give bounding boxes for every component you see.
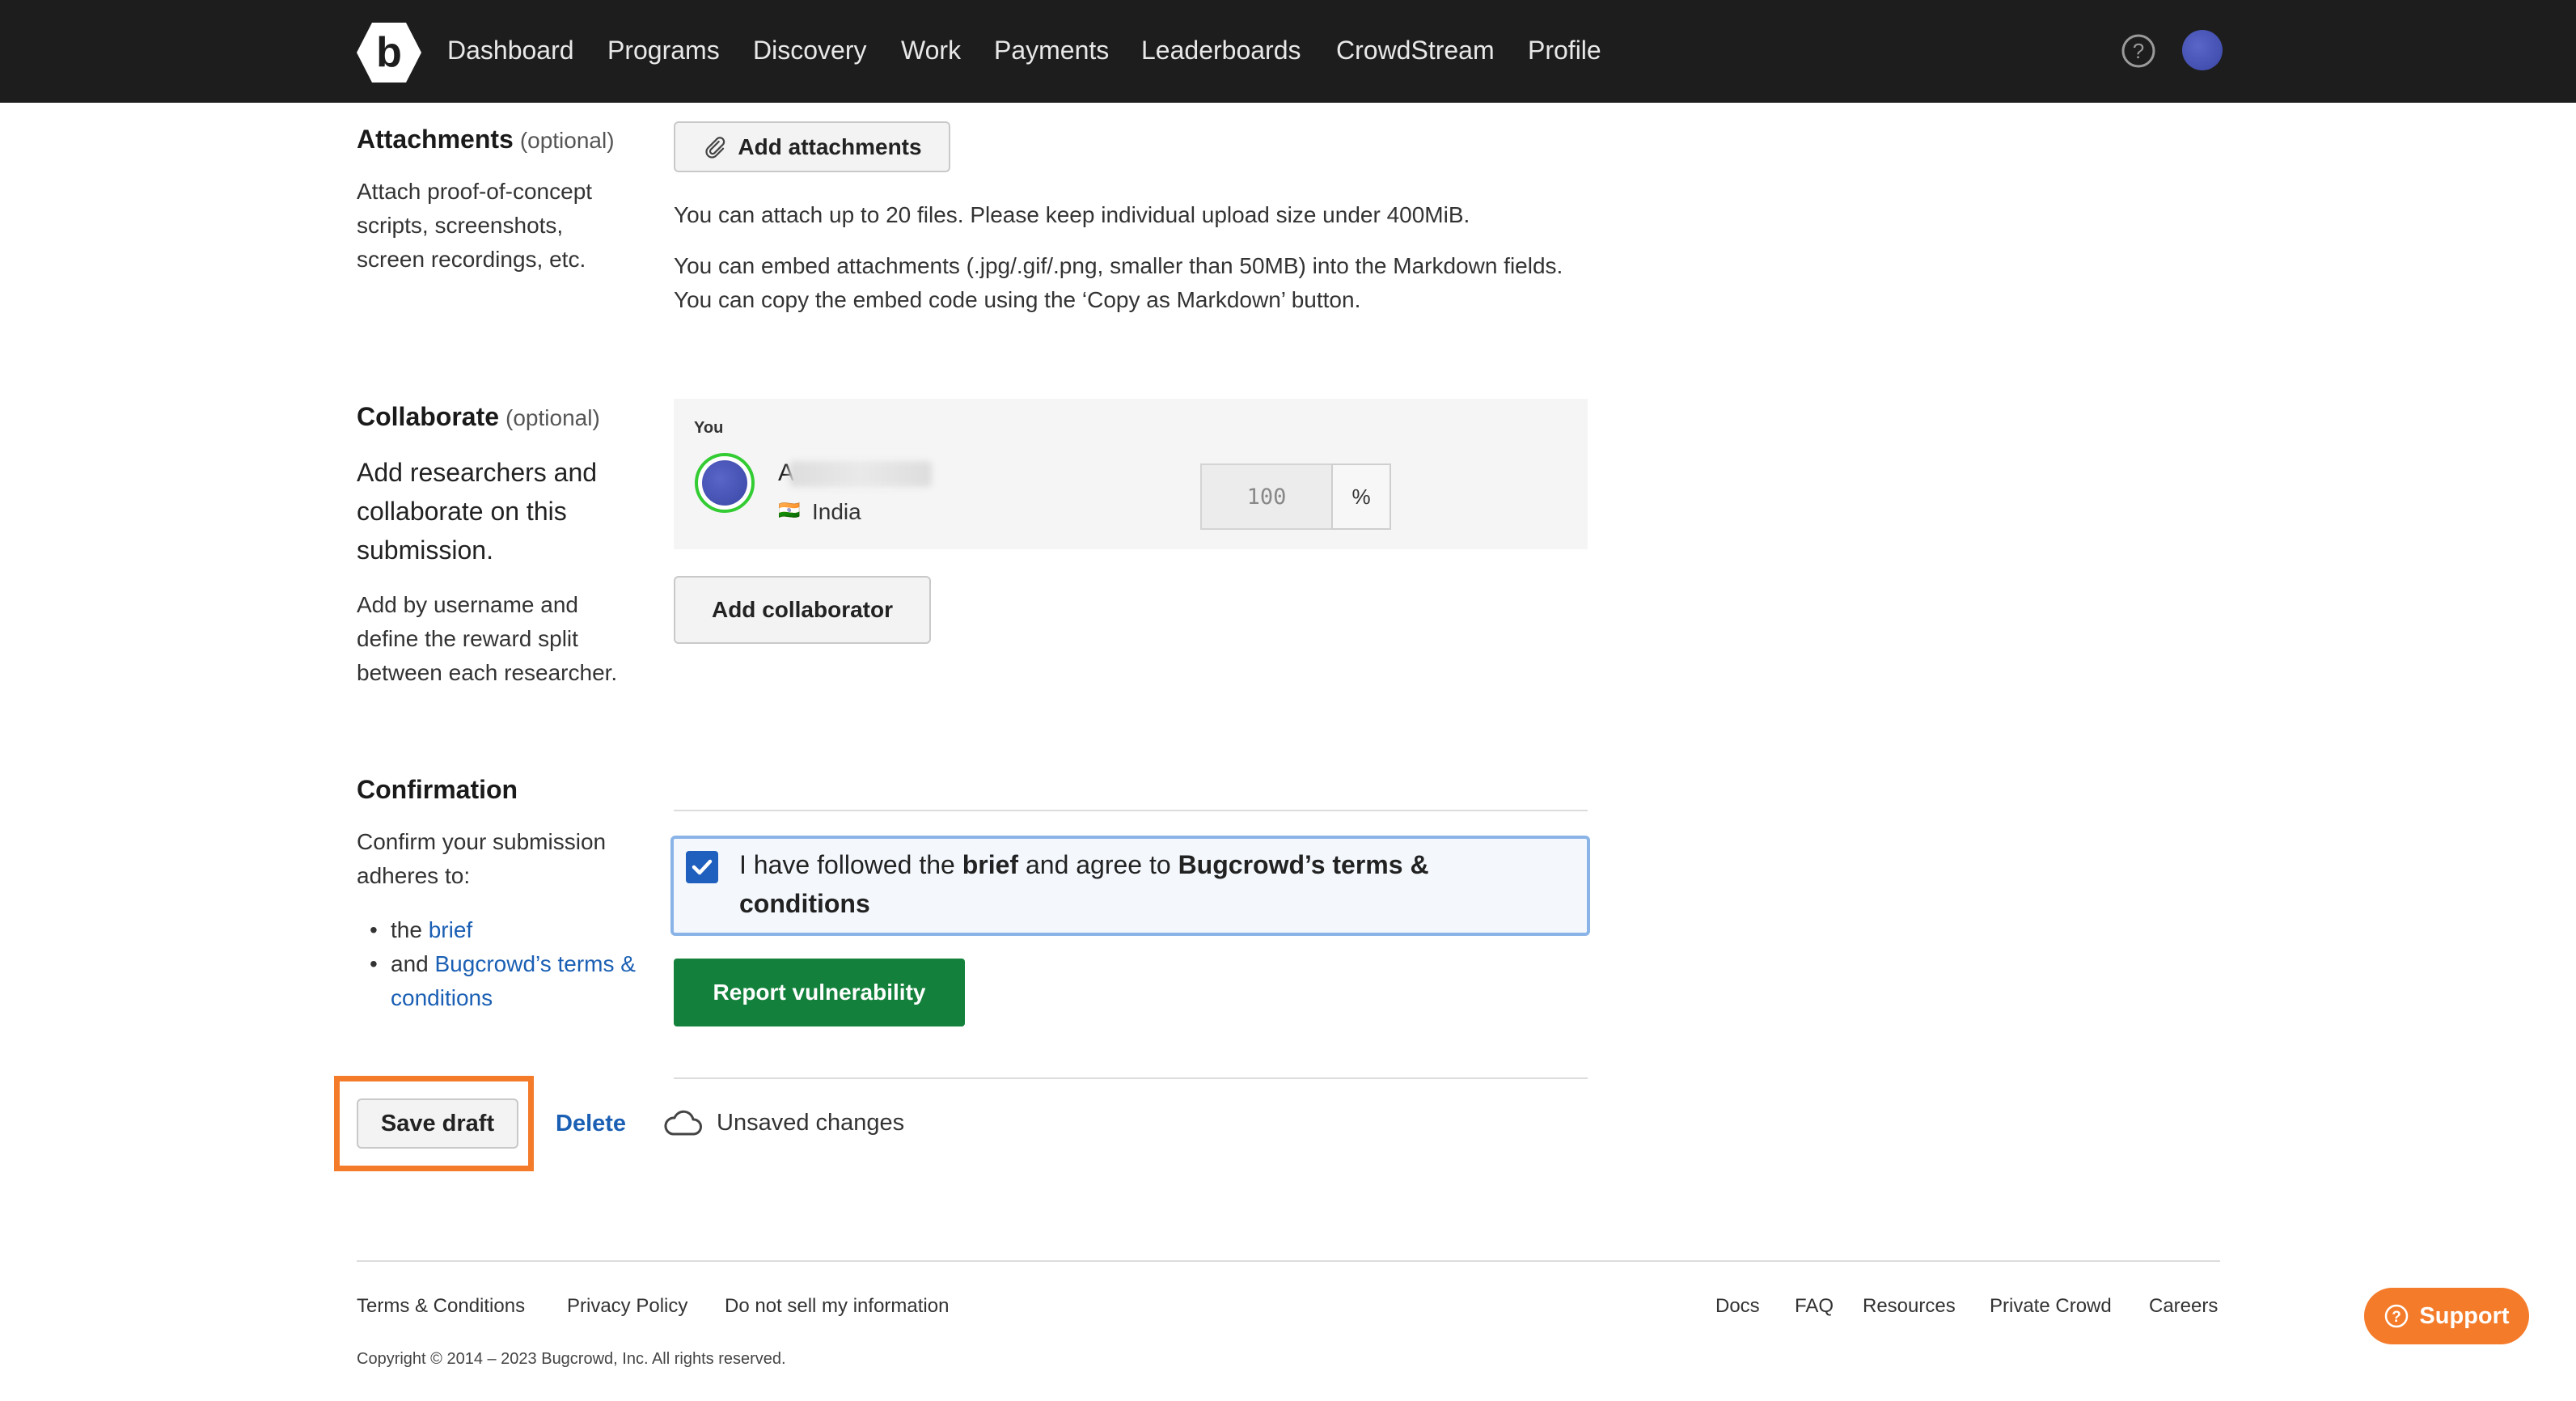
add-collaborator-button[interactable]: Add collaborator bbox=[674, 576, 931, 644]
footer-privacy-link[interactable]: Privacy Policy bbox=[567, 1295, 687, 1318]
agree-terms-label: I have followed the brief and agree to B… bbox=[739, 850, 1429, 918]
collaborator-country: India bbox=[812, 499, 861, 524]
save-draft-button[interactable]: Save draft bbox=[357, 1098, 518, 1149]
report-vulnerability-button[interactable]: Report vulnerability bbox=[674, 959, 965, 1026]
footer-divider bbox=[357, 1260, 2220, 1262]
reward-split-input[interactable]: 100 bbox=[1200, 463, 1333, 530]
user-avatar[interactable] bbox=[2182, 30, 2223, 70]
attachments-title: Attachments (optional) bbox=[357, 125, 615, 154]
username-blurred bbox=[789, 461, 932, 487]
collaborator-avatar bbox=[695, 453, 755, 513]
confirmation-title: Confirmation bbox=[357, 775, 518, 804]
nav-dashboard[interactable]: Dashboard bbox=[447, 36, 574, 66]
confirmation-item-terms: and Bugcrowd’s terms & conditions bbox=[357, 947, 648, 1015]
you-label: You bbox=[694, 419, 724, 437]
support-button[interactable]: ? Support bbox=[2364, 1288, 2529, 1344]
svg-text:b: b bbox=[376, 29, 402, 76]
brief-link[interactable]: brief bbox=[429, 917, 472, 942]
nav-leaderboards[interactable]: Leaderboards bbox=[1141, 36, 1301, 66]
india-flag-icon: 🇮🇳 bbox=[778, 500, 801, 520]
save-status: Unsaved changes bbox=[717, 1110, 905, 1136]
footer-faq-link[interactable]: FAQ bbox=[1795, 1295, 1834, 1318]
attachments-description: Attach proof-of-concept scripts, screens… bbox=[357, 179, 593, 272]
collaborate-description: Add researchers and collaborate on this … bbox=[357, 458, 598, 565]
add-attachments-label: Add attachments bbox=[738, 133, 922, 159]
confirmation-description: Confirm your submission adheres to: bbox=[357, 829, 607, 888]
nav-payments[interactable]: Payments bbox=[994, 36, 1109, 66]
attachments-info-embed: You can embed attachments (.jpg/.gif/.pn… bbox=[674, 253, 1563, 312]
footer-terms-link[interactable]: Terms & Conditions bbox=[357, 1295, 525, 1318]
footer-docs-link[interactable]: Docs bbox=[1715, 1295, 1760, 1318]
footer-resources-link[interactable]: Resources bbox=[1863, 1295, 1956, 1318]
confirmation-divider bbox=[674, 810, 1588, 811]
support-label: Support bbox=[2419, 1302, 2510, 1329]
nav-programs[interactable]: Programs bbox=[607, 36, 720, 66]
paperclip-icon bbox=[705, 136, 725, 159]
help-circle-icon: ? bbox=[2385, 1304, 2409, 1328]
bugcrowd-logo-icon[interactable]: b bbox=[356, 21, 422, 84]
footer-private-crowd-link[interactable]: Private Crowd bbox=[1990, 1295, 2112, 1318]
svg-text:?: ? bbox=[2133, 39, 2144, 63]
copyright-text: Copyright © 2014 – 2023 Bugcrowd, Inc. A… bbox=[357, 1350, 786, 1368]
collaborate-title: Collaborate (optional) bbox=[357, 402, 600, 431]
draft-divider bbox=[674, 1077, 1588, 1079]
confirmation-list: the brief and Bugcrowd’s terms & conditi… bbox=[357, 913, 648, 1015]
cloud-icon bbox=[664, 1110, 702, 1136]
collaborate-subdescription: Add by username and define the reward sp… bbox=[357, 592, 618, 685]
footer-careers-link[interactable]: Careers bbox=[2149, 1295, 2218, 1318]
footer-do-not-sell-link[interactable]: Do not sell my information bbox=[725, 1295, 949, 1318]
percent-suffix: % bbox=[1331, 463, 1391, 530]
nav-profile[interactable]: Profile bbox=[1528, 36, 1601, 66]
agree-terms-checkbox[interactable] bbox=[686, 851, 718, 883]
help-icon[interactable]: ? bbox=[2121, 33, 2156, 69]
confirmation-item-brief: the brief bbox=[357, 913, 648, 947]
add-attachments-button[interactable]: Add attachments bbox=[674, 121, 950, 172]
attachments-info-limit: You can attach up to 20 files. Please ke… bbox=[674, 202, 1470, 227]
svg-text:?: ? bbox=[2392, 1309, 2402, 1326]
nav-work[interactable]: Work bbox=[901, 36, 961, 66]
delete-link[interactable]: Delete bbox=[556, 1111, 626, 1137]
nav-crowdstream[interactable]: CrowdStream bbox=[1336, 36, 1495, 66]
checkmark-icon bbox=[692, 859, 713, 875]
nav-discovery[interactable]: Discovery bbox=[753, 36, 866, 66]
